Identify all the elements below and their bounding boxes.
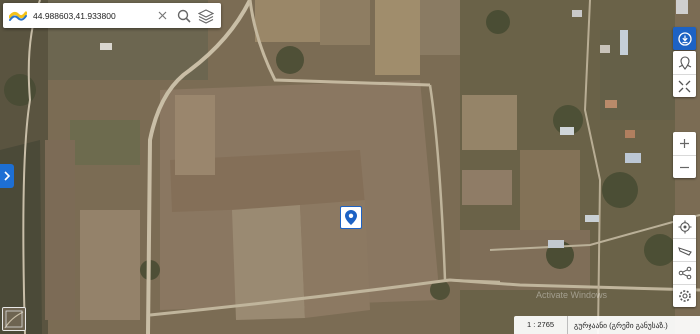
settings-button[interactable]	[673, 284, 696, 307]
share-button[interactable]	[673, 261, 696, 284]
measure-icon	[677, 247, 692, 256]
clear-button[interactable]	[151, 3, 173, 28]
settings-icon	[678, 290, 691, 302]
fullscreen-icon	[678, 80, 691, 92]
zoom-in-icon	[680, 139, 689, 148]
tracking-icon	[678, 55, 691, 70]
expand-panel-button[interactable]	[0, 164, 14, 188]
locate-icon	[678, 220, 691, 233]
minimap-button[interactable]	[2, 307, 26, 331]
location-label: გურჯაანი (გრემი განუსაზ.)	[574, 320, 668, 330]
scale-readout: 1 : 2765	[514, 316, 568, 334]
info-icon	[677, 31, 692, 46]
tracking-button[interactable]	[673, 51, 696, 74]
search-button[interactable]	[173, 3, 195, 28]
info-button[interactable]	[673, 27, 696, 50]
map-imagery	[0, 0, 700, 334]
status-bar: 1 : 2765 გურჯაანი (გრემი განუსაზ.)	[514, 316, 700, 334]
satellite-map[interactable]	[0, 0, 700, 334]
fullscreen-button[interactable]	[673, 74, 696, 97]
map-tools-group	[673, 215, 696, 307]
zoom-out-icon	[680, 166, 689, 168]
layers-button[interactable]	[195, 3, 217, 28]
zoom-out-button[interactable]	[673, 155, 696, 178]
zoom-in-button[interactable]	[673, 132, 696, 155]
chevron-right-icon	[4, 171, 11, 181]
ribbon-logo-icon[interactable]	[7, 3, 29, 28]
share-icon	[678, 266, 691, 280]
search-input[interactable]	[33, 5, 151, 26]
minimap-thumbnail	[3, 308, 25, 330]
tools-group	[673, 51, 696, 97]
measure-button[interactable]	[673, 238, 696, 261]
locate-button[interactable]	[673, 215, 696, 238]
layers-icon	[198, 8, 214, 24]
map-pin-icon	[345, 210, 357, 225]
search-box	[3, 3, 221, 28]
location-marker[interactable]	[340, 206, 362, 229]
close-icon	[158, 11, 166, 20]
search-icon	[177, 9, 191, 23]
zoom-group	[673, 132, 696, 178]
